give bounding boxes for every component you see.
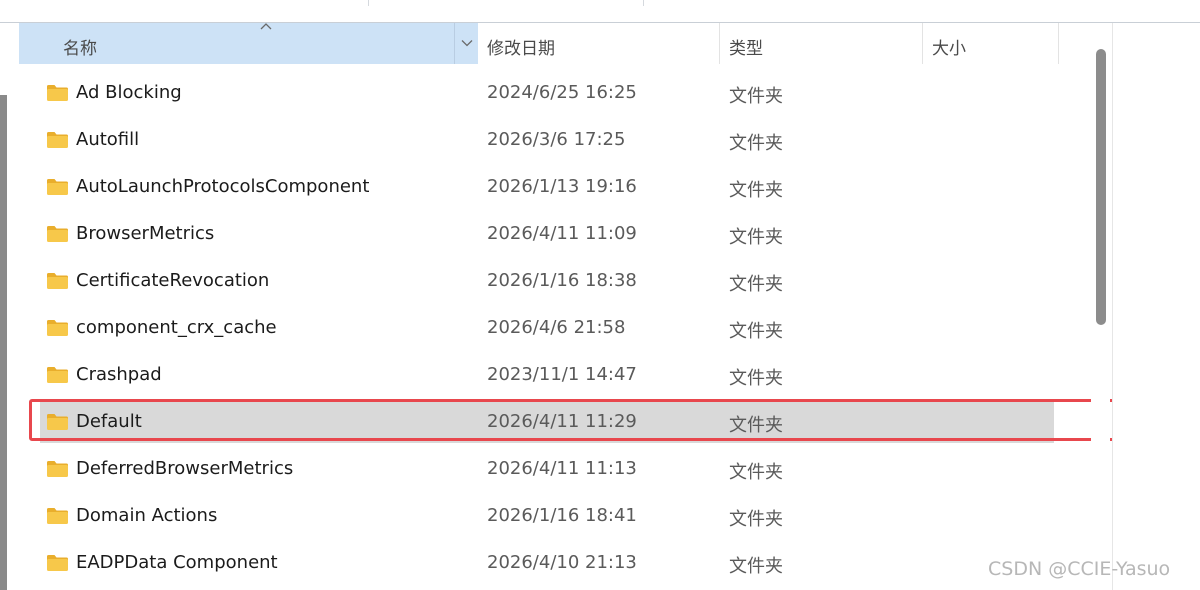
column-header-date-label: 修改日期 xyxy=(487,39,555,59)
modified-date: 2026/4/10 21:13 xyxy=(487,552,637,573)
modified-date: 2026/1/13 19:16 xyxy=(487,176,637,197)
scrollbar-thumb[interactable] xyxy=(1096,49,1106,325)
folder-icon xyxy=(47,367,68,383)
file-name: EADPData Component xyxy=(76,552,278,573)
navigation-pane-edge xyxy=(0,95,7,590)
file-name: BrowserMetrics xyxy=(76,223,215,244)
modified-date: 2024/6/25 16:25 xyxy=(487,82,637,103)
file-type: 文件夹 xyxy=(729,274,783,295)
modified-date: 2026/1/16 18:38 xyxy=(487,270,637,291)
file-row[interactable]: BrowserMetrics 2026/4/11 11:09 文件夹 xyxy=(40,213,1054,255)
toolbar-divider xyxy=(368,0,369,6)
column-header-type[interactable]: 类型 xyxy=(720,23,923,64)
folder-icon xyxy=(47,132,68,148)
folder-icon xyxy=(47,461,68,477)
file-row[interactable]: Autofill 2026/3/6 17:25 文件夹 xyxy=(40,119,1054,161)
file-row[interactable]: AutoLaunchProtocolsComponent 2026/1/13 19… xyxy=(40,166,1054,208)
column-header-type-label: 类型 xyxy=(729,39,763,59)
modified-date: 2026/4/11 11:09 xyxy=(487,223,637,244)
file-name: Autofill xyxy=(76,129,140,150)
folder-icon xyxy=(47,508,68,524)
column-header-name[interactable]: 名称 xyxy=(19,23,478,64)
file-type: 文件夹 xyxy=(729,509,783,530)
column-header-date[interactable]: 修改日期 xyxy=(478,23,720,64)
folder-icon xyxy=(47,179,68,195)
file-name: Ad Blocking xyxy=(76,82,182,103)
modified-date: 2026/4/6 21:58 xyxy=(487,317,626,338)
chevron-down-icon xyxy=(461,40,473,47)
watermark: CSDN @CCIE-Yasuo xyxy=(988,558,1171,580)
file-row[interactable]: CertificateRevocation 2026/1/16 18:38 文件夹 xyxy=(40,260,1054,302)
column-header-bar: 名称 修改日期 类型 大小 xyxy=(19,23,1059,64)
column-filter-dropdown[interactable] xyxy=(454,23,479,64)
file-name: Domain Actions xyxy=(76,505,218,526)
folder-icon xyxy=(47,85,68,101)
modified-date: 2026/1/16 18:41 xyxy=(487,505,637,526)
folder-icon xyxy=(47,226,68,242)
file-name: Default xyxy=(76,411,142,432)
toolbar-divider xyxy=(643,0,644,6)
file-type: 文件夹 xyxy=(729,415,783,436)
modified-date: 2026/4/11 11:13 xyxy=(487,458,637,479)
file-name: DeferredBrowserMetrics xyxy=(76,458,294,479)
column-header-size-label: 大小 xyxy=(932,39,966,59)
column-header-size[interactable]: 大小 xyxy=(923,23,1059,64)
file-type: 文件夹 xyxy=(729,86,783,107)
right-pane-edge xyxy=(1112,23,1200,590)
file-type: 文件夹 xyxy=(729,368,783,389)
file-type: 文件夹 xyxy=(729,180,783,201)
file-name: CertificateRevocation xyxy=(76,270,270,291)
file-row[interactable]: Domain Actions 2026/1/16 18:41 文件夹 xyxy=(40,495,1054,537)
modified-date: 2026/4/11 11:29 xyxy=(487,411,637,432)
modified-date: 2026/3/6 17:25 xyxy=(487,129,626,150)
top-toolbar-strip xyxy=(0,0,1200,23)
file-row[interactable]: DeferredBrowserMetrics 2026/4/11 11:13 文件夹 xyxy=(40,448,1054,490)
column-header-name-label: 名称 xyxy=(63,39,97,59)
file-type: 文件夹 xyxy=(729,227,783,248)
file-type: 文件夹 xyxy=(729,556,783,577)
folder-icon xyxy=(47,320,68,336)
folder-icon xyxy=(47,273,68,289)
file-type: 文件夹 xyxy=(729,462,783,483)
file-name: Crashpad xyxy=(76,364,162,385)
file-row[interactable]: Ad Blocking 2024/6/25 16:25 文件夹 xyxy=(40,72,1054,114)
file-row[interactable]: Default 2026/4/11 11:29 文件夹 xyxy=(40,401,1054,443)
chevron-up-icon xyxy=(260,23,272,30)
file-name: component_crx_cache xyxy=(76,317,277,338)
file-name: AutoLaunchProtocolsComponent xyxy=(76,176,370,197)
file-row[interactable]: Crashpad 2023/11/1 14:47 文件夹 xyxy=(40,354,1054,396)
folder-icon xyxy=(47,555,68,571)
folder-icon xyxy=(47,414,68,430)
file-type: 文件夹 xyxy=(729,133,783,154)
file-row[interactable]: component_crx_cache 2026/4/6 21:58 文件夹 xyxy=(40,307,1054,349)
file-row[interactable]: EADPData Component 2026/4/10 21:13 文件夹 xyxy=(40,542,1054,584)
modified-date: 2023/11/1 14:47 xyxy=(487,364,637,385)
file-type: 文件夹 xyxy=(729,321,783,342)
